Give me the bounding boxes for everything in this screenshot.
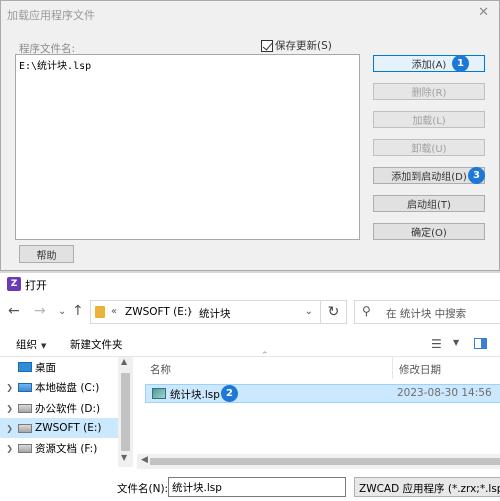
help-button[interactable]: 帮助 [19, 245, 74, 263]
title-bar: Z 打开 [0, 273, 500, 295]
breadcrumb-overflow[interactable]: « [111, 306, 117, 317]
nav-item-drive-d[interactable]: ❯ 办公软件 (D:) [0, 398, 118, 418]
vertical-scrollbar[interactable]: ▲ ▼ [118, 357, 133, 467]
file-name: 统计块.lsp [170, 389, 220, 401]
filename-label: 文件名(N): [117, 483, 169, 495]
expand-chevron-icon[interactable]: ❯ [0, 404, 18, 413]
expand-chevron-icon[interactable]: ❯ [0, 424, 18, 433]
folder-icon [95, 306, 105, 318]
step-badge-2: 2 [221, 385, 238, 402]
new-folder-label: 新建文件夹 [70, 339, 123, 351]
desktop-icon [18, 362, 32, 372]
file-list-pane: ⌃ 名称 修改日期 统计块.lsp 2023-08-30 14:56 2 ◀ [137, 351, 500, 469]
command-toolbar: 组织 ▼ 新建文件夹 ☰ ▼ [0, 331, 500, 357]
breadcrumb-folder[interactable]: 统计块 [199, 306, 231, 321]
drive-c-icon [18, 382, 32, 392]
recent-locations-chevron-icon[interactable]: ⌄ [58, 306, 66, 317]
new-folder-button[interactable]: 新建文件夹 [70, 337, 123, 352]
save-update-label: 保存更新(S) [275, 40, 332, 52]
zwcad-app-icon: Z [7, 277, 21, 291]
breadcrumb-separator-icon[interactable]: › [188, 305, 192, 318]
navigation-pane: 桌面 ❯ 本地磁盘 (C:) ❯ 办公软件 (D:) ❯ ZWSOFT (E:)… [0, 357, 133, 467]
organize-menu[interactable]: 组织 ▼ [16, 337, 46, 352]
delete-button-label: 删除(R) [411, 88, 447, 99]
breadcrumb-drive[interactable]: ZWSOFT (E:) [125, 306, 191, 318]
nav-item-drive-f[interactable]: ❯ 资源文档 (F:) [0, 438, 118, 458]
filename-input[interactable]: 统计块.lsp [168, 477, 346, 497]
scroll-down-icon[interactable]: ▼ [121, 453, 127, 462]
checkbox-checked-icon[interactable] [261, 39, 273, 52]
column-header-name[interactable]: 名称 [150, 362, 171, 377]
load-button-label: 加载(L) [412, 116, 446, 127]
unload-button-label: 卸载(U) [411, 144, 447, 155]
file-row[interactable]: 统计块.lsp 2023-08-30 14:56 [145, 384, 500, 403]
nav-item-label: 办公软件 (D:) [35, 402, 101, 415]
caret-down-icon: ▼ [41, 342, 47, 350]
scroll-left-icon[interactable]: ◀ [141, 455, 148, 465]
dialog-title: 打开 [25, 279, 47, 292]
nav-item-label: ZWSOFT (E:) [35, 422, 102, 434]
unload-button[interactable]: 卸载(U) [373, 139, 485, 156]
startup-group-label: 启动组(T) [407, 200, 451, 211]
save-update-checkbox[interactable]: 保存更新(S) [261, 38, 332, 53]
sort-caret-icon: ⌃ [261, 351, 269, 361]
ok-button[interactable]: 确定(O) [373, 223, 485, 240]
address-bar[interactable]: « ZWSOFT (E:) › 统计块 ⌄ [90, 300, 321, 324]
startup-group-button[interactable]: 启动组(T) [373, 195, 485, 212]
drive-icon [18, 423, 32, 433]
add-button-label: 添加(A) [411, 60, 447, 71]
step-badge-3: 3 [468, 167, 485, 184]
open-file-dialog: Z 打开 ← → ⌄ ↑ « ZWSOFT (E:) › 统计块 ⌄ ↻ ⚲ 在… [0, 273, 500, 501]
list-item[interactable]: E:\统计块.lsp [19, 57, 91, 72]
column-divider[interactable] [392, 357, 393, 379]
drive-icon [18, 403, 32, 413]
dialog-title: 加载应用程序文件 [7, 9, 95, 22]
file-date: 2023-08-30 14:56 [397, 387, 492, 399]
organize-label: 组织 [16, 339, 37, 351]
forward-arrow-icon[interactable]: → [34, 303, 46, 319]
delete-button[interactable]: 删除(R) [373, 83, 485, 100]
add-to-startup-label: 添加到启动组(D) [391, 172, 467, 183]
expand-chevron-icon[interactable]: ❯ [0, 444, 18, 453]
scrollbar-thumb[interactable] [150, 458, 500, 465]
drive-icon [18, 443, 32, 453]
load-button[interactable]: 加载(L) [373, 111, 485, 128]
load-application-dialog: 加载应用程序文件 程序文件名: 保存更新(S) E:\统计块.lsp 添加(A)… [0, 0, 500, 271]
view-options-icon[interactable]: ☰ [431, 337, 442, 351]
nav-item-label: 资源文档 (F:) [35, 442, 98, 455]
up-arrow-icon[interactable]: ↑ [72, 303, 84, 319]
step-badge-1: 1 [452, 55, 469, 72]
nav-item-label: 本地磁盘 (C:) [35, 381, 100, 394]
chevron-down-icon[interactable]: ⌄ [305, 306, 313, 317]
help-button-label: 帮助 [36, 250, 57, 262]
preview-pane-icon[interactable] [474, 338, 487, 349]
refresh-icon: ↻ [327, 304, 340, 320]
filename-row: 文件名(N): 统计块.lsp ZWCAD 应用程序 (*.zrx;*.lsp;… [0, 473, 500, 501]
back-arrow-icon[interactable]: ← [8, 303, 20, 319]
search-icon: ⚲ [362, 304, 371, 318]
horizontal-scrollbar[interactable]: ◀ [137, 454, 500, 469]
lisp-file-icon [152, 388, 166, 399]
ok-button-label: 确定(O) [411, 228, 447, 239]
scroll-up-icon[interactable]: ▲ [121, 357, 127, 366]
search-placeholder: 在 统计块 中搜索 [386, 308, 467, 320]
nav-item-drive-e[interactable]: ❯ ZWSOFT (E:) [0, 418, 118, 438]
program-file-list[interactable]: E:\统计块.lsp [15, 54, 360, 240]
search-input[interactable]: ⚲ 在 统计块 中搜索 [354, 300, 500, 324]
column-header-date[interactable]: 修改日期 [399, 362, 441, 377]
nav-item-drive-c[interactable]: ❯ 本地磁盘 (C:) [0, 377, 118, 397]
navigation-row: ← → ⌄ ↑ « ZWSOFT (E:) › 统计块 ⌄ ↻ ⚲ 在 统计块 … [0, 297, 500, 327]
caret-down-icon[interactable]: ▼ [453, 338, 459, 347]
expand-chevron-icon[interactable]: ❯ [0, 383, 18, 392]
scrollbar-thumb[interactable] [121, 373, 130, 451]
refresh-button[interactable]: ↻ [321, 300, 347, 324]
close-icon[interactable] [478, 5, 489, 20]
filetype-select[interactable]: ZWCAD 应用程序 (*.zrx;*.lsp;*. [354, 477, 500, 497]
nav-item-desktop[interactable]: 桌面 [0, 357, 118, 377]
nav-item-label: 桌面 [35, 361, 56, 374]
